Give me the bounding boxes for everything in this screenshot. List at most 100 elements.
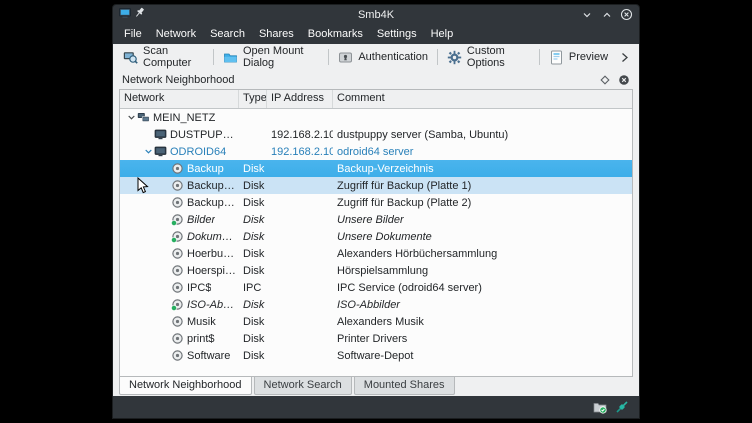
- cell-type: Disk: [239, 177, 267, 194]
- statusbar: [113, 396, 639, 418]
- tab-mounted-shares[interactable]: Mounted Shares: [354, 377, 455, 395]
- table-row-hoerspiele[interactable]: HoerspieleDiskHörspielsammlung: [120, 262, 632, 279]
- cell-ip: [267, 109, 333, 126]
- cell-type: Disk: [239, 245, 267, 262]
- table-row-ipc[interactable]: IPC$IPCIPC Service (odroid64 server): [120, 279, 632, 296]
- table-row-hoerbuecher[interactable]: HoerbuecherDiskAlexanders Hörbüchersamml…: [120, 245, 632, 262]
- cell-network: BackupPlatte2$: [120, 194, 239, 211]
- cell-network: Hoerspiele: [120, 262, 239, 279]
- cell-type: Disk: [239, 194, 267, 211]
- cell-type: Disk: [239, 211, 267, 228]
- app-icon: [119, 6, 131, 24]
- table-row-software[interactable]: SoftwareDiskSoftware-Depot: [120, 347, 632, 364]
- table-row-dustpuppy[interactable]: DUSTPUPPY192.168.2.105dustpuppy server (…: [120, 126, 632, 143]
- menu-settings[interactable]: Settings: [370, 26, 424, 42]
- table-row-mein-netz[interactable]: MEIN_NETZ: [120, 109, 632, 126]
- tab-network-search[interactable]: Network Search: [254, 377, 352, 395]
- indent-spacer: [160, 163, 171, 174]
- expander-icon[interactable]: [126, 112, 137, 123]
- cell-network: ODROID64: [120, 143, 239, 160]
- indent-spacer: [160, 180, 171, 191]
- row-label: Dokumente: [187, 231, 237, 243]
- table-row-musik[interactable]: MusikDiskAlexanders Musik: [120, 313, 632, 330]
- column-header-network[interactable]: Network: [120, 90, 239, 108]
- menu-shares[interactable]: Shares: [252, 26, 301, 42]
- column-header-type[interactable]: Type: [239, 90, 267, 108]
- tab-network-neighborhood[interactable]: Network Neighborhood: [119, 377, 252, 395]
- toolbar-button-label: Authentication: [358, 51, 428, 63]
- toolbar-button-custom-options[interactable]: Custom Options: [441, 42, 536, 72]
- column-header-comment[interactable]: Comment: [333, 90, 632, 108]
- dock-tabbar: Network NeighborhoodNetwork SearchMounte…: [113, 377, 639, 396]
- toolbar-button-label: Preview: [569, 51, 608, 63]
- cell-comment: [333, 109, 632, 126]
- table-row-backupplatte2[interactable]: BackupPlatte2$DiskZugriff für Backup (Pl…: [120, 194, 632, 211]
- main-content: Scan Computer Open Mount Dialog Authentica…: [113, 44, 639, 396]
- network-neighborhood-table: NetworkTypeIP AddressComment MEIN_NETZDU…: [119, 89, 633, 377]
- minimize-button[interactable]: [580, 8, 593, 21]
- menu-search[interactable]: Search: [203, 26, 252, 42]
- cell-network: BackupPlatte1$: [120, 177, 239, 194]
- share-icon: [171, 196, 184, 209]
- cell-network: Bilder: [120, 211, 239, 228]
- row-label: Hoerbuecher: [187, 248, 237, 260]
- cell-comment: Printer Drivers: [333, 330, 632, 347]
- workgroup-icon: [137, 111, 150, 124]
- cell-ip: [267, 228, 333, 245]
- column-header-ip-address[interactable]: IP Address: [267, 90, 333, 108]
- cell-type: [239, 109, 267, 126]
- toolbar-button-preview[interactable]: Preview: [543, 47, 614, 68]
- cell-comment: odroid64 server: [333, 143, 632, 160]
- dock-close-icon[interactable]: [618, 74, 630, 86]
- expander-icon[interactable]: [143, 146, 154, 157]
- computer-icon: [154, 145, 167, 158]
- menu-file[interactable]: File: [117, 26, 149, 42]
- table-row-dokumente[interactable]: DokumenteDiskUnsere Dokumente: [120, 228, 632, 245]
- cell-type: Disk: [239, 347, 267, 364]
- mounted-share-indicator-icon[interactable]: [593, 400, 607, 414]
- dock-title: Network Neighborhood: [122, 74, 235, 86]
- share-icon: [171, 247, 184, 260]
- table-row-iso-abbilder[interactable]: ISO-AbbilderDiskISO-Abbilder: [120, 296, 632, 313]
- network-status-icon[interactable]: [615, 400, 629, 414]
- toolbar-separator: [539, 49, 540, 65]
- indent-spacer: [160, 316, 171, 327]
- row-label: Bilder: [187, 214, 215, 226]
- maximize-button[interactable]: [600, 8, 613, 21]
- menu-network[interactable]: Network: [149, 26, 203, 42]
- dock-float-icon[interactable]: [600, 75, 610, 85]
- table-row-backupplatte1[interactable]: BackupPlatte1$DiskZugriff für Backup (Pl…: [120, 177, 632, 194]
- table-row-odroid64[interactable]: ODROID64192.168.2.102odroid64 server: [120, 143, 632, 160]
- table-row-print[interactable]: print$DiskPrinter Drivers: [120, 330, 632, 347]
- table-header: NetworkTypeIP AddressComment: [120, 90, 632, 109]
- toolbar-overflow-icon[interactable]: [614, 52, 635, 63]
- toolbar-button-label: Scan Computer: [143, 45, 204, 69]
- toolbar: Scan Computer Open Mount Dialog Authentica…: [113, 44, 639, 70]
- cell-comment: Backup-Verzeichnis: [333, 160, 632, 177]
- titlebar[interactable]: Smb4K: [113, 5, 639, 24]
- close-button[interactable]: [620, 8, 633, 21]
- cell-ip: [267, 177, 333, 194]
- indent-spacer: [160, 231, 171, 242]
- table-row-bilder[interactable]: BilderDiskUnsere Bilder: [120, 211, 632, 228]
- cell-ip: [267, 330, 333, 347]
- share-icon: [171, 349, 184, 362]
- table-row-backup[interactable]: BackupDiskBackup-Verzeichnis: [120, 160, 632, 177]
- toolbar-button-scan-computer[interactable]: Scan Computer: [117, 42, 210, 72]
- cell-network: Musik: [120, 313, 239, 330]
- toolbar-button-label: Custom Options: [467, 45, 530, 69]
- menu-help[interactable]: Help: [424, 26, 461, 42]
- indent-spacer: [143, 129, 154, 140]
- indent-spacer: [160, 248, 171, 259]
- share-mounted-icon: [171, 230, 184, 243]
- cell-ip: [267, 347, 333, 364]
- menu-bookmarks[interactable]: Bookmarks: [301, 26, 370, 42]
- pin-icon: [135, 6, 145, 24]
- cell-comment: ISO-Abbilder: [333, 296, 632, 313]
- share-icon: [171, 315, 184, 328]
- cell-network: DUSTPUPPY: [120, 126, 239, 143]
- cell-network: IPC$: [120, 279, 239, 296]
- menubar: FileNetworkSearchSharesBookmarksSettings…: [113, 24, 639, 44]
- toolbar-button-authentication[interactable]: Authentication: [332, 47, 434, 68]
- toolbar-button-open-mount-dialog[interactable]: Open Mount Dialog: [217, 42, 326, 72]
